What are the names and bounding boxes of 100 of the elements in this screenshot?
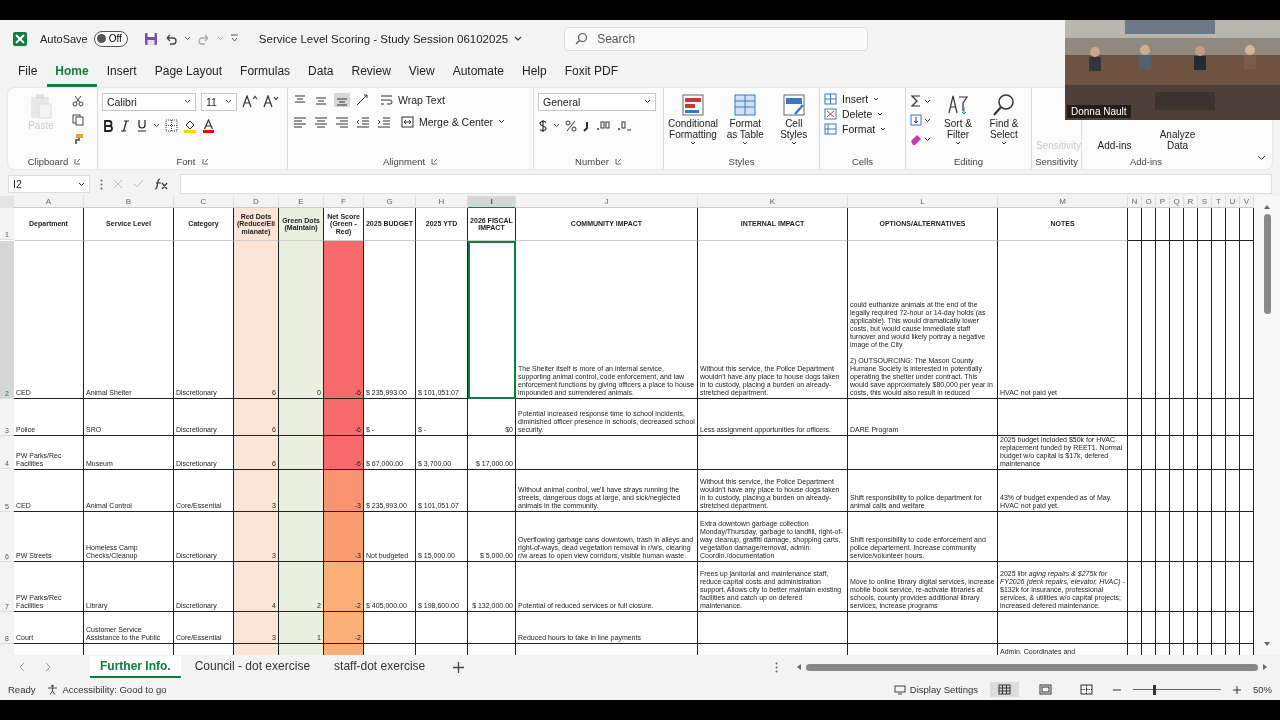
zoom-in-icon[interactable] (1233, 685, 1241, 694)
more-icon[interactable] (100, 178, 103, 190)
column-letter[interactable]: Q (1170, 196, 1184, 210)
sheet-tab[interactable]: Further Info. (90, 656, 181, 679)
collapse-ribbon-icon[interactable] (1257, 155, 1266, 162)
dialog-launcher-icon[interactable] (614, 157, 622, 165)
zoom-slider[interactable] (1133, 684, 1221, 695)
orientation-icon[interactable] (355, 92, 371, 107)
decrease-indent-icon[interactable] (355, 114, 371, 129)
horizontal-align-icon[interactable] (334, 114, 350, 129)
column-letter[interactable]: R (1184, 196, 1198, 210)
increase-font-size-icon[interactable] (242, 95, 258, 109)
comma-style-icon[interactable] (582, 119, 590, 132)
increase-indent-icon[interactable] (376, 114, 392, 129)
menu-tab[interactable]: File (10, 58, 46, 88)
save-icon[interactable] (143, 31, 158, 46)
dialog-launcher-icon[interactable] (431, 157, 439, 165)
horizontal-scrollbar[interactable] (796, 661, 1268, 674)
more-icon[interactable] (775, 661, 778, 673)
format-painter-icon[interactable] (72, 132, 84, 145)
font-size-dropdown[interactable]: 11 (201, 92, 237, 111)
scroll-left-icon[interactable] (796, 663, 802, 672)
column-letter[interactable]: S (1198, 196, 1212, 210)
caret-icon[interactable] (514, 35, 523, 42)
currency-icon[interactable] (538, 118, 548, 133)
menu-tab[interactable]: Insert (98, 58, 145, 88)
menu-tab[interactable]: View (400, 58, 443, 88)
vertical-scrollbar[interactable] (1254, 196, 1280, 656)
italic-icon[interactable] (119, 119, 131, 132)
caret-icon[interactable] (183, 36, 191, 42)
menu-tab[interactable]: Page Layout (146, 58, 231, 88)
menu-tab[interactable]: Foxit PDF (556, 58, 627, 88)
bold-icon[interactable] (102, 119, 114, 132)
display-settings-button[interactable]: Display Settings (893, 684, 978, 696)
horizontal-align-icon[interactable] (292, 114, 308, 129)
vertical-align-icon[interactable] (334, 92, 350, 107)
add-ins-button[interactable]: Add-ins (1089, 140, 1140, 152)
wrap-text-button[interactable]: Wrap Text (376, 93, 449, 106)
merge-center-button[interactable]: Merge & Center (397, 115, 510, 128)
dialog-launcher-icon[interactable] (74, 157, 82, 165)
increase-decimal-icon[interactable] (595, 119, 611, 132)
fill-color-icon[interactable] (183, 118, 197, 133)
dialog-launcher-icon[interactable] (201, 157, 209, 165)
font-color-icon[interactable] (202, 118, 215, 133)
font-name-dropdown[interactable]: Calibri (102, 92, 196, 111)
empty-cell (1170, 436, 1184, 471)
document-title[interactable]: Service Level Scoring - Study Session 06102025 (258, 32, 509, 45)
decrease-decimal-icon[interactable] (616, 119, 632, 132)
menu-tab[interactable]: Review (343, 58, 399, 88)
editing-button[interactable]: Find & Select (984, 92, 1024, 145)
borders-icon[interactable] (165, 119, 178, 133)
scroll-down-icon[interactable] (1263, 641, 1271, 648)
number-format-dropdown[interactable]: General (538, 92, 656, 111)
customize-icon[interactable] (229, 34, 239, 44)
decrease-font-size-icon[interactable] (263, 95, 279, 109)
styles-button[interactable]: Conditional Formatting (668, 92, 718, 145)
column-letter[interactable]: T (1212, 196, 1226, 210)
fill-icon[interactable] (910, 113, 932, 126)
next-sheet-icon[interactable] (44, 662, 52, 673)
copy-icon[interactable] (72, 113, 84, 126)
column-letter[interactable]: P (1156, 196, 1170, 210)
sheet-tab[interactable]: staff-dot exercise (324, 656, 436, 679)
cells-button[interactable]: Insert (824, 92, 880, 105)
styles-button[interactable]: Cell Styles (772, 92, 815, 145)
clipboard-icon (29, 92, 53, 119)
scroll-thumb[interactable] (806, 663, 1258, 671)
horizontal-align-icon[interactable] (313, 114, 329, 129)
search-field[interactable]: Search (564, 26, 869, 51)
autosum-icon[interactable] (910, 94, 932, 107)
scroll-right-icon[interactable] (1262, 663, 1268, 672)
cut-icon[interactable] (72, 94, 84, 107)
menu-tab[interactable]: Data (300, 58, 342, 88)
underline-icon[interactable] (136, 119, 148, 133)
name-box[interactable]: I2 (8, 175, 90, 194)
caret-icon[interactable] (553, 123, 560, 129)
autosave-toggle[interactable]: Off (93, 30, 128, 47)
normal-view-icon[interactable] (990, 682, 1019, 698)
editing-button[interactable]: Sort & Filter (938, 92, 978, 145)
percent-icon[interactable] (565, 119, 577, 132)
cells-button[interactable]: Delete (824, 107, 884, 120)
cells-button[interactable]: Format (824, 122, 887, 135)
add-ins-button[interactable]: Analyze Data (1152, 129, 1203, 152)
insert-function-icon[interactable] (154, 178, 170, 191)
accessibility-button[interactable]: Accessibility: Good to go (47, 684, 167, 696)
caret-icon[interactable] (153, 123, 160, 129)
previous-sheet-icon[interactable] (18, 662, 26, 673)
add-sheet-icon[interactable] (453, 661, 465, 673)
column-letter[interactable]: O (1142, 196, 1156, 210)
scroll-thumb[interactable] (1263, 214, 1271, 315)
menu-tab[interactable]: Help (514, 58, 555, 88)
sheet-tab[interactable]: Council - dot exercise (184, 656, 321, 679)
menu-tab[interactable]: Formulas (232, 58, 299, 88)
column-letter[interactable]: U (1226, 196, 1240, 210)
menu-tab[interactable]: Automate (444, 58, 512, 88)
scroll-up-icon[interactable] (1263, 204, 1271, 211)
styles-button[interactable]: Format as Table (724, 92, 767, 145)
zoom-level[interactable]: 50% (1253, 684, 1272, 696)
eraser-icon[interactable] (910, 132, 932, 145)
monitor-icon (893, 684, 906, 695)
formula-field[interactable] (180, 174, 1272, 195)
